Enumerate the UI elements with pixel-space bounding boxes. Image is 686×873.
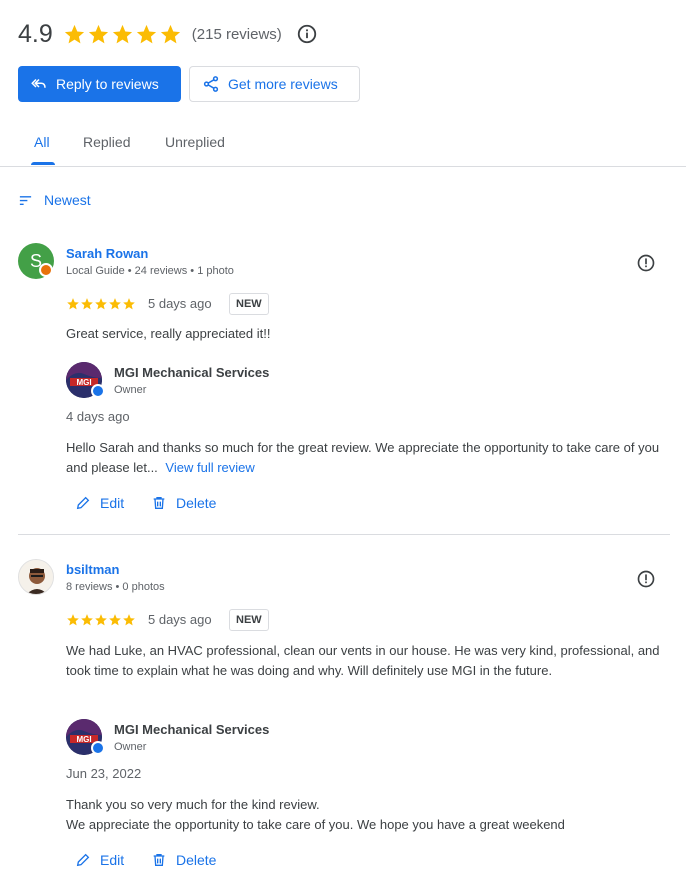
reply-all-icon xyxy=(31,78,46,88)
delete-reply-button[interactable]: Delete xyxy=(151,852,216,868)
review-divider xyxy=(18,534,670,535)
star-icon xyxy=(123,614,135,626)
share-icon xyxy=(203,76,219,92)
review-filter-tabs: All Replied Unreplied xyxy=(0,122,686,167)
star-icon xyxy=(160,24,180,43)
reply-text-line: Thank you so very much for the kind revi… xyxy=(66,797,320,812)
review-actions: Reply to reviews Get more reviews xyxy=(18,66,360,102)
svg-text:MGI: MGI xyxy=(76,378,91,387)
pencil-icon xyxy=(76,496,90,510)
get-more-reviews-label: Get more reviews xyxy=(228,76,338,92)
sort-label: Newest xyxy=(44,192,91,208)
get-more-reviews-button[interactable]: Get more reviews xyxy=(189,66,360,102)
reply-to-reviews-button[interactable]: Reply to reviews xyxy=(18,66,181,102)
trash-icon xyxy=(153,497,165,509)
reviewer-name[interactable]: Sarah Rowan xyxy=(66,246,148,261)
review-date: 5 days ago xyxy=(148,612,212,627)
pencil-icon xyxy=(76,853,90,867)
tab-unreplied[interactable]: Unreplied xyxy=(165,134,225,150)
review-date: 5 days ago xyxy=(148,296,212,311)
star-icon xyxy=(123,298,135,310)
star-icon xyxy=(112,24,132,43)
owner-role: Owner xyxy=(114,741,147,753)
edit-reply-button[interactable]: Edit xyxy=(75,852,124,868)
new-badge: NEW xyxy=(229,609,269,631)
delete-label: Delete xyxy=(176,495,217,511)
svg-text:MGI: MGI xyxy=(76,735,91,744)
edit-label: Edit xyxy=(100,495,125,511)
star-icon xyxy=(81,298,93,310)
verified-icon xyxy=(91,741,105,755)
sort-button[interactable]: Newest xyxy=(18,192,91,208)
edit-reply-button[interactable]: Edit xyxy=(75,495,124,511)
star-icon xyxy=(64,24,84,43)
local-guide-badge-icon xyxy=(39,263,53,277)
rating-stars xyxy=(63,23,182,46)
review-count: (215 reviews) xyxy=(191,25,282,43)
reviewer-meta: Local Guide • 24 reviews • 1 photo xyxy=(66,265,234,277)
owner-name: MGI Mechanical Services xyxy=(114,722,270,737)
owner-role: Owner xyxy=(114,384,147,396)
report-icon[interactable] xyxy=(636,569,656,589)
reply-date: Jun 23, 2022 xyxy=(66,766,142,781)
star-icon xyxy=(67,298,79,310)
info-icon[interactable] xyxy=(296,23,318,45)
star-icon xyxy=(95,614,107,626)
report-icon[interactable] xyxy=(636,253,656,273)
review-text: We had Luke, an HVAC professional, clean… xyxy=(66,643,660,678)
avatar[interactable] xyxy=(18,559,54,595)
delete-reply-button[interactable]: Delete xyxy=(151,495,216,511)
reply-text-body: Hello Sarah and thanks so much for the g… xyxy=(66,440,660,475)
star-icon xyxy=(81,614,93,626)
active-tab-indicator xyxy=(31,162,55,165)
new-badge: NEW xyxy=(229,293,269,315)
star-icon xyxy=(136,24,156,43)
sort-icon xyxy=(19,195,32,205)
star-icon xyxy=(109,298,121,310)
delete-label: Delete xyxy=(176,852,217,868)
average-rating: 4.9 xyxy=(18,19,53,48)
star-icon xyxy=(109,614,121,626)
reply-text: Hello Sarah and thanks so much for the g… xyxy=(66,438,666,478)
review-stars xyxy=(66,613,136,627)
reply-date: 4 days ago xyxy=(66,409,130,424)
star-icon xyxy=(88,24,108,43)
rating-summary: 4.9 (215 reviews) xyxy=(18,18,318,50)
tab-replied[interactable]: Replied xyxy=(83,134,130,150)
star-icon xyxy=(95,298,107,310)
reply-text: Thank you so very much for the kind revi… xyxy=(66,795,666,835)
reply-text-line: We appreciate the opportunity to take ca… xyxy=(66,817,565,832)
star-icon xyxy=(67,614,79,626)
trash-icon xyxy=(153,854,165,866)
reviewer-meta: 8 reviews • 0 photos xyxy=(66,581,165,593)
owner-name: MGI Mechanical Services xyxy=(114,365,270,380)
review-stars xyxy=(66,297,136,311)
edit-label: Edit xyxy=(100,852,125,868)
reviewer-name[interactable]: bsiltman xyxy=(66,562,119,577)
review-text: Great service, really appreciated it!! xyxy=(66,326,271,341)
view-full-review-link[interactable]: View full review xyxy=(165,460,254,475)
tab-all[interactable]: All xyxy=(34,134,50,150)
verified-icon xyxy=(91,384,105,398)
reply-to-reviews-label: Reply to reviews xyxy=(56,76,159,92)
